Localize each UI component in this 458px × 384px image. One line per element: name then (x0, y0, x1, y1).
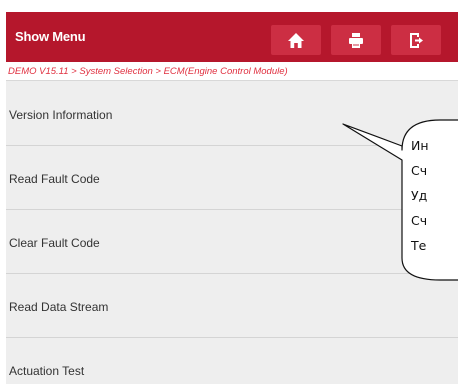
app-window: Show Menu DEMO V15.11 > System Selection… (6, 12, 458, 384)
page-title: Show Menu (15, 29, 86, 44)
exit-button[interactable] (391, 25, 441, 55)
print-button[interactable] (331, 25, 381, 55)
callout-line: Сч (411, 213, 428, 228)
menu-item-label: Clear Fault Code (9, 236, 100, 250)
callout-line: Сч (411, 163, 428, 178)
menu-item-label: Version Information (9, 108, 113, 122)
menu-item-version-information[interactable]: Version Information (6, 82, 458, 146)
menu-item-read-data-stream[interactable]: Read Data Stream (6, 274, 458, 338)
menu-item-clear-fault-code[interactable]: Clear Fault Code (6, 210, 458, 274)
callout-line: Уд (411, 188, 428, 203)
menu-item-label: Read Data Stream (9, 300, 109, 314)
menu-item-label: Read Fault Code (9, 172, 100, 186)
callout-line: Те (411, 238, 427, 253)
menu-item-label: Actuation Test (9, 364, 85, 378)
menu-item-actuation-test[interactable]: Actuation Test (6, 338, 458, 384)
exit-icon (410, 32, 423, 48)
home-icon (288, 32, 304, 48)
print-icon (349, 32, 363, 48)
menu-item-read-fault-code[interactable]: Read Fault Code (6, 146, 458, 210)
breadcrumb: DEMO V15.11 > System Selection > ECM(Eng… (6, 62, 458, 81)
callout-line: Ин (411, 138, 429, 153)
home-button[interactable] (271, 25, 321, 55)
title-bar: Show Menu (6, 12, 458, 62)
